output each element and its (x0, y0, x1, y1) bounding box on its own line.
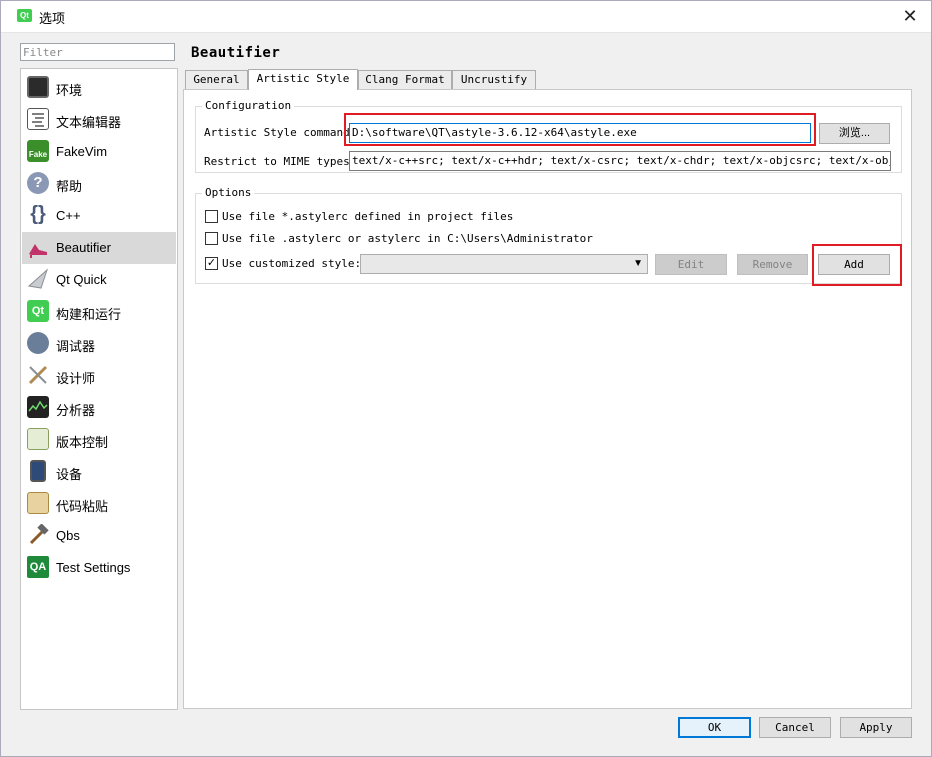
designer-icon (27, 364, 49, 386)
sidebar-item-label: 文本编辑器 (56, 115, 122, 130)
qt-app-icon: Qt (17, 9, 32, 22)
sidebar-item-beautifier[interactable]: Beautifier (22, 232, 176, 264)
sidebar-item-code-paste[interactable]: 代码粘贴 (22, 488, 176, 520)
tab-artistic-style[interactable]: Artistic Style (248, 69, 358, 90)
options-dialog: Qt 选项 ✕ 环境 文本编辑器 Fake FakeVim ? 帮助 {} C+… (0, 0, 932, 757)
customized-style-label: Use customized style: (222, 257, 362, 270)
sidebar-item-label: 分析器 (56, 403, 96, 418)
braces-icon: {} (30, 203, 46, 225)
close-icon[interactable]: ✕ (899, 5, 921, 27)
mime-types-input[interactable]: text/x-c++src; text/x-c++hdr; text/x-csr… (349, 151, 891, 171)
remove-button[interactable]: Remove (737, 254, 808, 275)
sidebar-item-label: 设备 (56, 467, 83, 482)
sidebar-item-label: 构建和运行 (56, 307, 122, 322)
sidebar-item-label: Beautifier (56, 240, 111, 255)
version-control-icon (27, 428, 49, 450)
mime-types-label: Restrict to MIME types: (204, 155, 357, 168)
high-heel-icon (27, 236, 49, 258)
code-paste-icon (27, 492, 49, 514)
dropdown-arrow-icon: ▼ (633, 258, 643, 269)
sidebar-item-designer[interactable]: 设计师 (22, 360, 176, 392)
sidebar-item-test-settings[interactable]: QA Test Settings (22, 552, 176, 584)
tab-clang-format[interactable]: Clang Format (358, 70, 452, 89)
options-group-title: Options (202, 186, 255, 199)
sidebar-item-text-editor[interactable]: 文本编辑器 (22, 104, 176, 136)
qt-quick-icon (27, 268, 49, 290)
browse-button[interactable]: 浏览... (819, 123, 890, 144)
sidebar-item-help[interactable]: ? 帮助 (22, 168, 176, 200)
artistic-style-command-label: Artistic Style command: (204, 126, 357, 139)
qa-icon: QA (27, 556, 49, 578)
page-title: Beautifier (191, 45, 281, 61)
customized-style-select[interactable]: ▼ (360, 254, 648, 274)
sidebar-item-label: Qt Quick (56, 272, 107, 287)
ok-button[interactable]: OK (678, 717, 751, 738)
help-icon: ? (27, 172, 49, 194)
build-run-icon: Qt (27, 300, 49, 322)
tab-general[interactable]: General (185, 70, 248, 89)
sidebar-item-environment[interactable]: 环境 (22, 72, 176, 104)
configuration-group-title: Configuration (202, 99, 295, 112)
sidebar-item-analyzer[interactable]: 分析器 (22, 392, 176, 424)
artistic-style-command-input[interactable]: D:\software\QT\astyle-3.6.12-x64\astyle.… (349, 123, 811, 143)
debugger-icon (27, 332, 49, 354)
sidebar-item-label: 环境 (56, 83, 83, 98)
hammer-icon (27, 523, 49, 546)
customized-style-checkbox[interactable]: ✓ (205, 257, 218, 270)
sidebar-item-label: FakeVim (56, 144, 108, 159)
filter-input[interactable] (20, 43, 175, 61)
title-bar: Qt 选项 ✕ (1, 1, 931, 33)
sidebar-item-label: 代码粘贴 (56, 499, 109, 514)
sidebar-item-label: 帮助 (56, 179, 83, 194)
sidebar-item-fakevim[interactable]: Fake FakeVim (22, 136, 176, 168)
sidebar-item-version-control[interactable]: 版本控制 (22, 424, 176, 456)
project-astylerc-checkbox[interactable] (205, 210, 218, 223)
home-astylerc-checkbox[interactable] (205, 232, 218, 245)
sidebar-item-label: 调试器 (56, 339, 96, 354)
sidebar-item-label: Qbs (56, 528, 80, 543)
text-editor-icon (27, 108, 49, 130)
fakevim-icon: Fake (27, 140, 49, 162)
sidebar-item-build-run[interactable]: Qt 构建和运行 (22, 296, 176, 328)
home-astylerc-label: Use file .astylerc or astylerc in C:\Use… (222, 232, 593, 245)
tab-uncrustify[interactable]: Uncrustify (452, 70, 536, 89)
sidebar-item-label: Test Settings (56, 560, 131, 575)
edit-button[interactable]: Edit (655, 254, 727, 275)
analyzer-icon (27, 396, 49, 418)
cancel-button[interactable]: Cancel (759, 717, 831, 738)
category-list: 环境 文本编辑器 Fake FakeVim ? 帮助 {} C++ Beauti… (20, 68, 178, 710)
apply-button[interactable]: Apply (840, 717, 912, 738)
device-icon (30, 460, 46, 482)
add-button[interactable]: Add (818, 254, 890, 275)
sidebar-item-device[interactable]: 设备 (22, 456, 176, 488)
sidebar-item-qbs[interactable]: Qbs (22, 520, 176, 552)
window-title: 选项 (39, 11, 66, 26)
sidebar-item-debugger[interactable]: 调试器 (22, 328, 176, 360)
sidebar-item-label: 版本控制 (56, 435, 109, 450)
sidebar-item-qt-quick[interactable]: Qt Quick (22, 264, 176, 296)
project-astylerc-label: Use file *.astylerc defined in project f… (222, 210, 514, 223)
monitor-icon (27, 76, 49, 98)
sidebar-item-label: 设计师 (56, 371, 96, 386)
sidebar-item-label: C++ (56, 208, 81, 223)
sidebar-item-cpp[interactable]: {} C++ (22, 200, 176, 232)
tab-panel: Configuration Artistic Style command: D:… (183, 89, 912, 709)
